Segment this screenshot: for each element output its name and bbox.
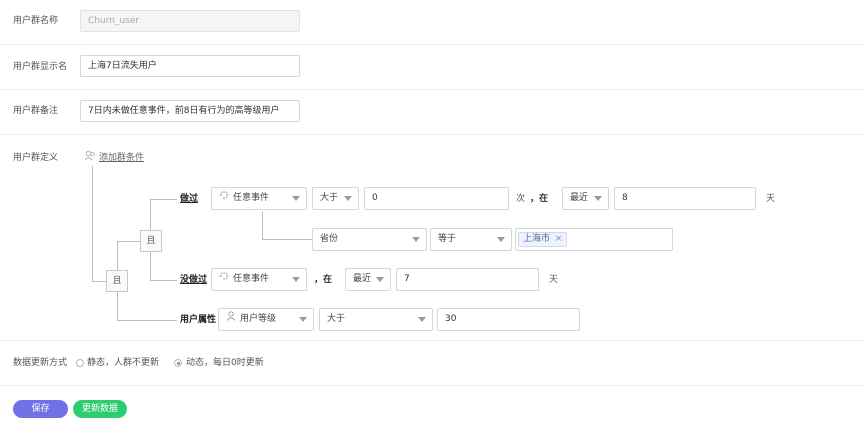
user-attr-property-value: 用户等级 — [240, 314, 277, 324]
tree-line-filter-h — [262, 239, 312, 240]
dynamic-option-label[interactable]: 动态，每日0时更新 — [186, 357, 264, 369]
filter-tag-text: 上海市 — [523, 234, 551, 244]
tree-line-root — [92, 166, 93, 281]
static-option-label[interactable]: 静态，人群不更新 — [87, 357, 159, 369]
save-button[interactable]: 保存 — [13, 400, 68, 418]
and-toggle-outer[interactable]: 且 — [106, 270, 128, 292]
filter-property-value: 省份 — [320, 234, 339, 244]
did-time-mode-select[interactable]: 最近 — [562, 187, 609, 210]
chevron-down-icon — [418, 317, 426, 322]
chevron-down-icon — [299, 317, 307, 322]
user-attr-operator-select[interactable]: 大于 — [319, 308, 433, 331]
chevron-down-icon — [497, 237, 505, 242]
filter-value-tag: 上海市 × — [518, 232, 568, 247]
not-did-event-select[interactable]: 任意事件 — [211, 268, 307, 291]
did-event-select[interactable]: 任意事件 — [211, 187, 307, 210]
did-operator-select[interactable]: 大于 — [312, 187, 359, 210]
user-attr-value-input[interactable]: 30 — [437, 308, 580, 331]
and-toggle-inner[interactable]: 且 — [140, 230, 162, 252]
note-label: 用户群备注 — [13, 106, 59, 116]
divider-5 — [0, 385, 863, 386]
not-did-label[interactable]: 没做过 — [180, 274, 207, 286]
name-label: 用户群名称 — [13, 16, 59, 26]
tree-line-inner-top — [150, 199, 177, 200]
chevron-down-icon — [292, 277, 300, 282]
dynamic-radio[interactable] — [174, 359, 182, 367]
user-attr-operator-value: 大于 — [327, 314, 346, 324]
static-radio[interactable] — [76, 359, 84, 367]
user-attr-label: 用户属性 — [180, 315, 217, 325]
divider-1 — [0, 44, 863, 45]
did-count-unit: 次 — [516, 194, 526, 204]
filter-operator-value: 等于 — [438, 234, 457, 244]
name-field: Churn_user — [80, 10, 300, 32]
user-icon — [226, 309, 236, 330]
update-data-button[interactable]: 更新数据 — [73, 400, 127, 418]
divider-4 — [0, 340, 863, 341]
did-count-input[interactable]: 0 — [364, 187, 509, 210]
chevron-down-icon — [594, 196, 602, 201]
not-did-in-label: ，在 — [314, 275, 333, 285]
did-time-mode-value: 最近 — [570, 193, 589, 203]
note-field[interactable]: 7日内未做任意事件，前8日有行为的高等级用户 — [80, 100, 300, 122]
tree-line-outer-bottom — [117, 320, 177, 321]
update-mode-label: 数据更新方式 — [13, 358, 68, 368]
sparkle-icon — [219, 188, 229, 209]
filter-property-select[interactable]: 省份 — [312, 228, 427, 251]
divider-2 — [0, 89, 863, 90]
chevron-down-icon — [344, 196, 352, 201]
close-icon[interactable]: × — [555, 234, 563, 244]
not-did-time-unit: 天 — [549, 275, 559, 285]
not-did-event-value: 任意事件 — [233, 274, 270, 284]
did-event-value: 任意事件 — [233, 193, 270, 203]
sparkle-icon — [219, 269, 229, 290]
chevron-down-icon — [376, 277, 384, 282]
definition-label: 用户群定义 — [13, 153, 59, 163]
did-operator-value: 大于 — [320, 193, 339, 203]
add-condition-icon[interactable] — [84, 150, 96, 165]
add-condition-link[interactable]: 添加群条件 — [99, 152, 144, 164]
display-name-label: 用户群显示名 — [13, 62, 68, 72]
not-did-time-mode-value: 最近 — [353, 274, 372, 284]
chevron-down-icon — [292, 196, 300, 201]
tree-line-filter — [262, 211, 263, 239]
not-did-time-mode-select[interactable]: 最近 — [345, 268, 391, 291]
chevron-down-icon — [412, 237, 420, 242]
did-time-unit: 天 — [766, 194, 776, 204]
filter-operator-select[interactable]: 等于 — [430, 228, 512, 251]
tree-line-inner-bottom — [150, 280, 177, 281]
not-did-time-input[interactable]: 7 — [396, 268, 539, 291]
display-name-field[interactable]: 上海7日流失用户 — [80, 55, 300, 77]
divider-3 — [0, 134, 863, 135]
did-time-input[interactable]: 8 — [614, 187, 756, 210]
tree-line-root-h — [92, 281, 106, 282]
tree-line-outer-top — [117, 241, 142, 242]
did-in-label: ，在 — [530, 194, 549, 204]
did-label[interactable]: 做过 — [180, 193, 198, 205]
user-attr-property-select[interactable]: 用户等级 — [218, 308, 314, 331]
